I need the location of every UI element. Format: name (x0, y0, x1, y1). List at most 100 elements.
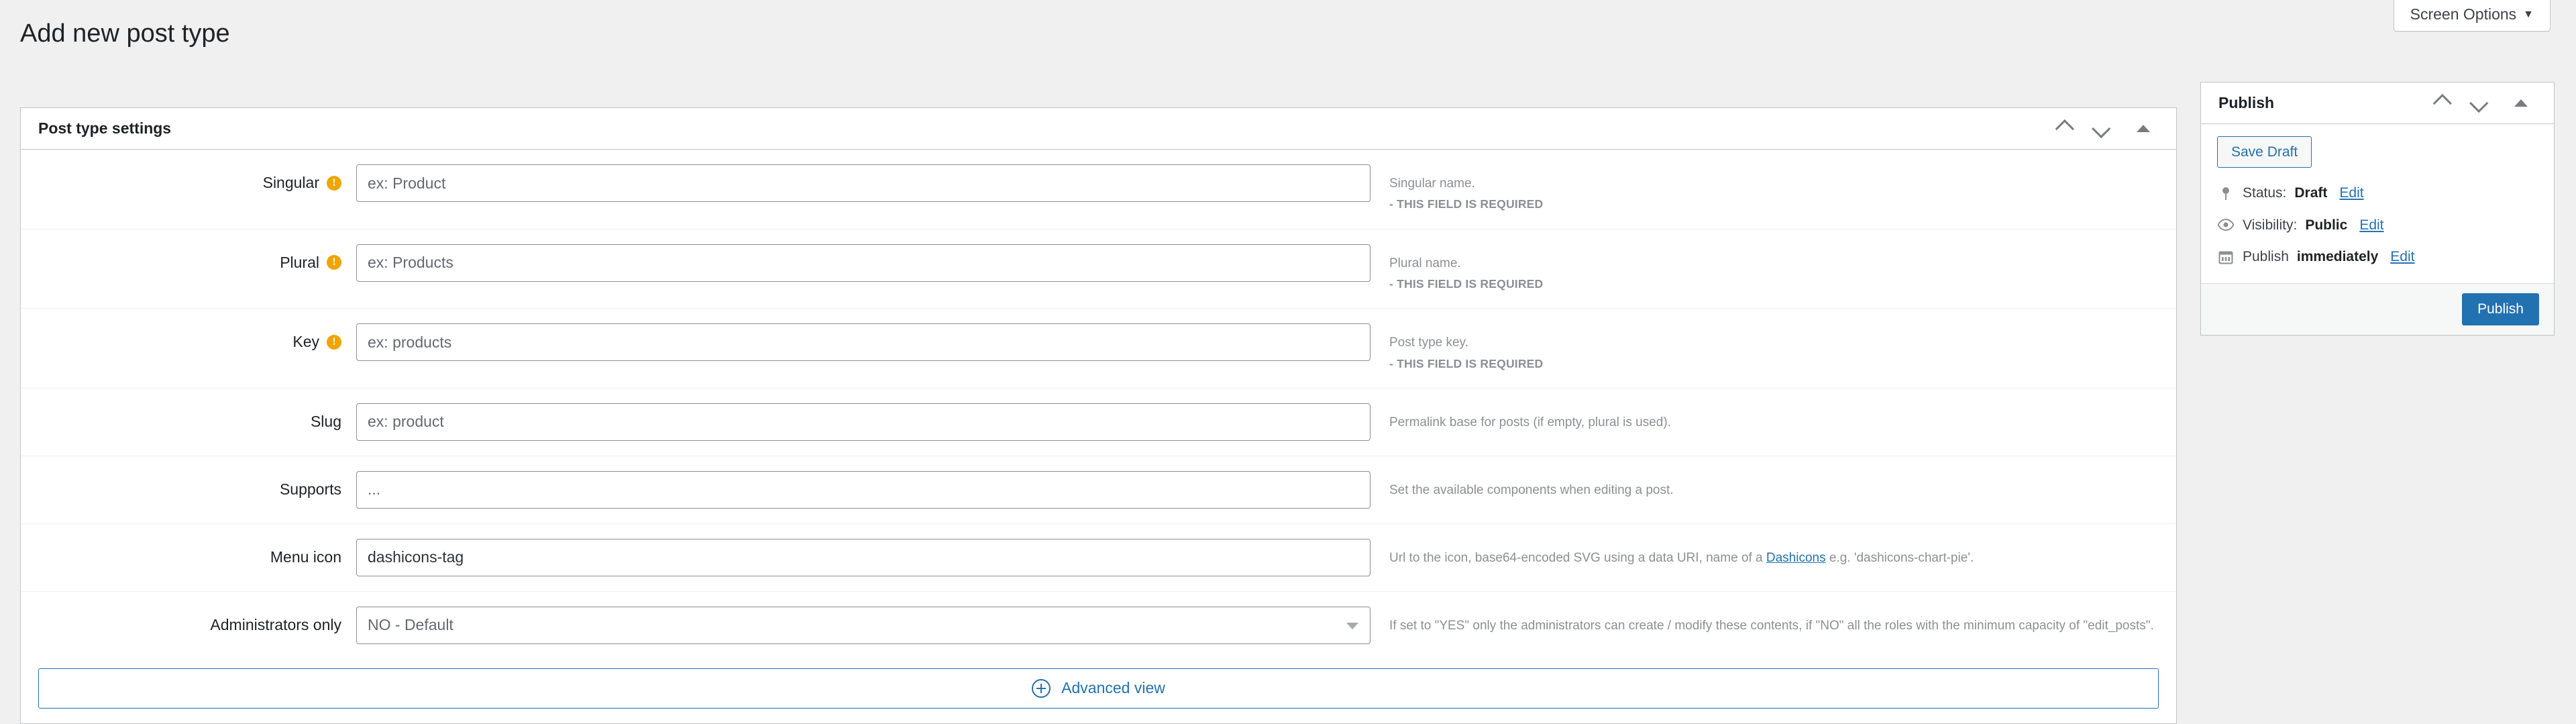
desc-key: Post type key. - THIS FIELD IS REQUIRED (1389, 323, 2176, 373)
visibility-label: Visibility: (2243, 217, 2298, 233)
publish-panel-header: Publish (2201, 83, 2554, 124)
desc-text: If set to "YES" only the administrators … (1389, 618, 2154, 633)
row-key: Key ! Post type key. - THIS FIELD IS REQ… (21, 309, 2176, 389)
label-text: Singular (262, 174, 319, 191)
field-menu-icon (356, 538, 1389, 576)
desc-menu-icon: Url to the icon, base64-encoded SVG usin… (1389, 539, 2176, 568)
desc-text: Post type key. (1389, 335, 1468, 350)
plus-circle-icon (1032, 678, 1051, 698)
desc-text: Plural name. (1389, 256, 1461, 270)
menu-icon-input[interactable] (356, 538, 1371, 576)
row-plural: Plural ! Plural name. - THIS FIELD IS RE… (21, 229, 2176, 309)
required-note: - THIS FIELD IS REQUIRED (1389, 197, 1544, 211)
desc-text-before: Url to the icon, base64-encoded SVG usin… (1389, 550, 1766, 565)
publish-body: Save Draft Status: Draft Edit Visibility… (2201, 124, 2554, 335)
required-note: - THIS FIELD IS REQUIRED (1389, 356, 1544, 370)
screen-options-panel: Screen Options ▼ (2393, 0, 2551, 32)
label-singular: Singular ! (21, 164, 356, 193)
row-slug: Slug Permalink base for posts (if empty,… (21, 389, 2176, 456)
supports-input[interactable] (356, 470, 1371, 509)
chevron-down-icon: ▼ (2523, 8, 2534, 20)
desc-text: Set the available components when editin… (1389, 482, 1674, 497)
label-menu-icon: Menu icon (21, 539, 356, 567)
singular-input[interactable] (356, 164, 1371, 202)
panel-title: Post type settings (38, 119, 172, 137)
row-menu-icon: Menu icon Url to the icon, base64-encode… (21, 524, 2176, 592)
visibility-edit-link[interactable]: Edit (2359, 215, 2383, 235)
move-down-icon[interactable] (2085, 111, 2121, 147)
field-supports (356, 470, 1389, 509)
label-key: Key ! (21, 323, 356, 352)
label-supports: Supports (21, 471, 356, 499)
dashicons-link[interactable]: Dashicons (1766, 551, 1826, 565)
panel-header: Post type settings (21, 108, 2176, 150)
schedule-value: immediately (2296, 248, 2379, 264)
screen-options-button[interactable]: Screen Options ▼ (2410, 7, 2534, 22)
field-singular (356, 164, 1389, 202)
calendar-icon (2217, 250, 2235, 264)
schedule-edit-link[interactable]: Edit (2390, 247, 2414, 266)
label-slug: Slug (21, 403, 356, 431)
save-draft-button[interactable]: Save Draft (2217, 136, 2312, 168)
publish-panel: Publish Save Draft Status: Draft Edit Vi… (2200, 82, 2555, 335)
field-slug (356, 403, 1389, 441)
required-note: - THIS FIELD IS REQUIRED (1389, 277, 1544, 291)
advanced-view-wrap: Advanced view (21, 659, 2176, 723)
major-publishing-actions: Publish (2201, 283, 2554, 335)
label-administrators-only: Administrators only (21, 607, 356, 635)
slug-input[interactable] (356, 403, 1371, 441)
row-singular: Singular ! Singular name. - THIS FIELD I… (21, 150, 2176, 229)
move-up-icon[interactable] (2045, 111, 2081, 147)
post-type-settings-panel: Post type settings Singular ! Singular n… (20, 107, 2177, 724)
status-label: Status: (2243, 185, 2287, 201)
label-text: Menu icon (270, 548, 341, 566)
publish-panel-controls (2422, 85, 2539, 121)
screen-options-label: Screen Options (2410, 5, 2517, 23)
row-supports: Supports Set the available components wh… (21, 456, 2176, 524)
status-edit-link[interactable]: Edit (2339, 183, 2363, 203)
field-key (356, 323, 1389, 362)
desc-plural: Plural name. - THIS FIELD IS REQUIRED (1389, 244, 2176, 294)
plural-input[interactable] (356, 244, 1371, 282)
pin-icon (2217, 186, 2235, 201)
desc-slug: Permalink base for posts (if empty, plur… (1389, 403, 2176, 432)
desc-text-after: e.g. 'dashicons-chart-pie'. (1825, 550, 1974, 565)
label-text: Administrators only (210, 615, 341, 633)
sidebar: Publish Save Draft Status: Draft Edit Vi… (2200, 82, 2555, 335)
desc-supports: Set the available components when editin… (1389, 471, 2176, 500)
required-help-icon[interactable]: ! (327, 175, 341, 191)
label-plural: Plural ! (21, 244, 356, 272)
misc-publishing-actions: Status: Draft Edit Visibility: Public Ed… (2201, 172, 2554, 283)
advanced-view-label: Advanced view (1061, 679, 1165, 697)
toggle-panel-icon[interactable] (2503, 85, 2539, 121)
toggle-panel-icon[interactable] (2125, 111, 2161, 147)
eye-icon (2217, 219, 2235, 231)
move-up-icon[interactable] (2422, 85, 2459, 121)
publish-button[interactable]: Publish (2462, 293, 2539, 325)
page-title: Add new post type (20, 19, 230, 48)
visibility-row: Visibility: Public Edit (2217, 209, 2538, 241)
row-administrators-only: Administrators only If set to "YES" only… (21, 592, 2176, 659)
advanced-view-button[interactable]: Advanced view (38, 668, 2159, 709)
label-text: Key (292, 333, 319, 351)
field-administrators-only (356, 606, 1389, 644)
required-help-icon[interactable]: ! (327, 334, 341, 350)
settings-rows: Singular ! Singular name. - THIS FIELD I… (21, 150, 2176, 659)
desc-text: Singular name. (1389, 176, 1475, 191)
label-text: Supports (279, 480, 341, 498)
desc-singular: Singular name. - THIS FIELD IS REQUIRED (1389, 164, 2176, 214)
desc-text: Permalink base for posts (if empty, plur… (1389, 415, 1671, 429)
required-help-icon[interactable]: ! (327, 255, 341, 270)
move-down-icon[interactable] (2463, 85, 2499, 121)
publish-panel-title: Publish (2218, 94, 2275, 111)
schedule-row: Publish immediately Edit (2217, 241, 2538, 272)
key-input[interactable] (356, 323, 1371, 362)
status-value: Draft (2294, 185, 2328, 201)
panel-controls (2045, 111, 2161, 147)
desc-administrators-only: If set to "YES" only the administrators … (1389, 607, 2176, 635)
minor-publishing-actions: Save Draft (2201, 124, 2554, 172)
label-text: Slug (310, 412, 341, 430)
visibility-value: Public (2305, 217, 2348, 233)
main-content: Post type settings Singular ! Singular n… (20, 107, 2177, 724)
administrators-only-select[interactable] (356, 606, 1371, 644)
